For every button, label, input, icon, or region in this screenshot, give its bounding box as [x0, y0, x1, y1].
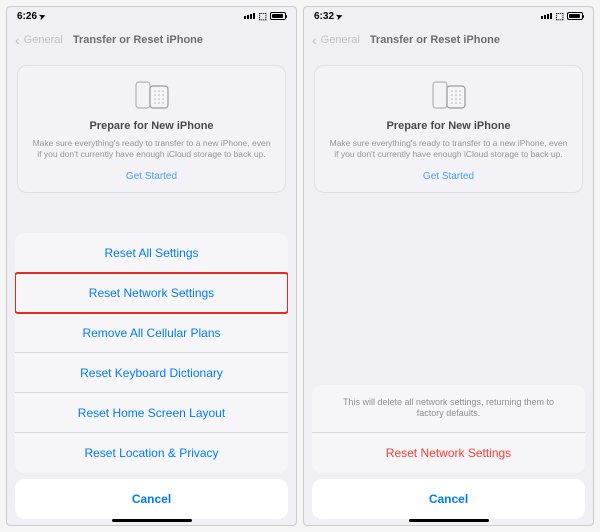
reset-network-settings-confirm[interactable]: Reset Network Settings — [312, 433, 585, 473]
status-time: 6:26 — [17, 11, 37, 22]
confirm-sheet: This will delete all network settings, r… — [312, 385, 585, 473]
battery-icon — [270, 12, 286, 20]
page-title: Transfer or Reset iPhone — [370, 34, 500, 46]
cellular-icon — [541, 13, 552, 19]
cellular-icon — [244, 13, 255, 19]
wifi-icon: ⬚ — [555, 11, 564, 22]
get-started-link[interactable]: Get Started — [30, 171, 273, 182]
confirm-sheet-overlay: This will delete all network settings, r… — [304, 379, 593, 525]
card-title: Prepare for New iPhone — [30, 120, 273, 132]
phone-right: 6:32 ➤ ⬚ ‹ General Transfer or Reset iPh… — [303, 6, 594, 526]
remove-cellular-plans-option[interactable]: Remove All Cellular Plans — [15, 313, 288, 353]
nav-bar: ‹ General Transfer or Reset iPhone — [304, 25, 593, 55]
nav-bar: ‹ General Transfer or Reset iPhone — [7, 25, 296, 55]
card-description: Make sure everything's ready to transfer… — [327, 138, 570, 161]
reset-network-settings-option[interactable]: Reset Network Settings — [15, 273, 288, 313]
page-title: Transfer or Reset iPhone — [73, 34, 203, 46]
prepare-card: Prepare for New iPhone Make sure everyth… — [17, 65, 286, 193]
reset-keyboard-dictionary-option[interactable]: Reset Keyboard Dictionary — [15, 353, 288, 393]
card-title: Prepare for New iPhone — [327, 120, 570, 132]
reset-action-sheet: Reset All Settings Reset Network Setting… — [15, 233, 288, 473]
prepare-card: Prepare for New iPhone Make sure everyth… — [314, 65, 583, 193]
back-button[interactable]: General — [321, 34, 360, 46]
devices-icon — [327, 80, 570, 112]
content: Prepare for New iPhone Make sure everyth… — [304, 55, 593, 203]
devices-icon — [30, 80, 273, 112]
action-sheet-overlay: Reset All Settings Reset Network Setting… — [7, 227, 296, 525]
home-indicator[interactable] — [409, 519, 489, 522]
back-button[interactable]: General — [24, 34, 63, 46]
reset-home-screen-option[interactable]: Reset Home Screen Layout — [15, 393, 288, 433]
reset-all-settings-option[interactable]: Reset All Settings — [15, 233, 288, 273]
wifi-icon: ⬚ — [258, 11, 267, 22]
status-bar: 6:32 ➤ ⬚ — [304, 7, 593, 25]
location-icon: ➤ — [335, 11, 344, 22]
cancel-button[interactable]: Cancel — [312, 479, 585, 519]
content: Prepare for New iPhone Make sure everyth… — [7, 55, 296, 203]
confirm-message: This will delete all network settings, r… — [312, 385, 585, 433]
battery-icon — [567, 12, 583, 20]
card-description: Make sure everything's ready to transfer… — [30, 138, 273, 161]
back-chevron-icon[interactable]: ‹ — [15, 32, 20, 48]
get-started-link[interactable]: Get Started — [327, 171, 570, 182]
home-indicator[interactable] — [112, 519, 192, 522]
cancel-button[interactable]: Cancel — [15, 479, 288, 519]
status-indicators: ⬚ — [244, 11, 286, 22]
location-icon: ➤ — [38, 11, 47, 22]
phone-left: 6:26 ➤ ⬚ ‹ General Transfer or Reset iPh… — [6, 6, 297, 526]
status-time: 6:32 — [314, 11, 334, 22]
reset-location-privacy-option[interactable]: Reset Location & Privacy — [15, 433, 288, 473]
back-chevron-icon[interactable]: ‹ — [312, 32, 317, 48]
status-indicators: ⬚ — [541, 11, 583, 22]
status-bar: 6:26 ➤ ⬚ — [7, 7, 296, 25]
